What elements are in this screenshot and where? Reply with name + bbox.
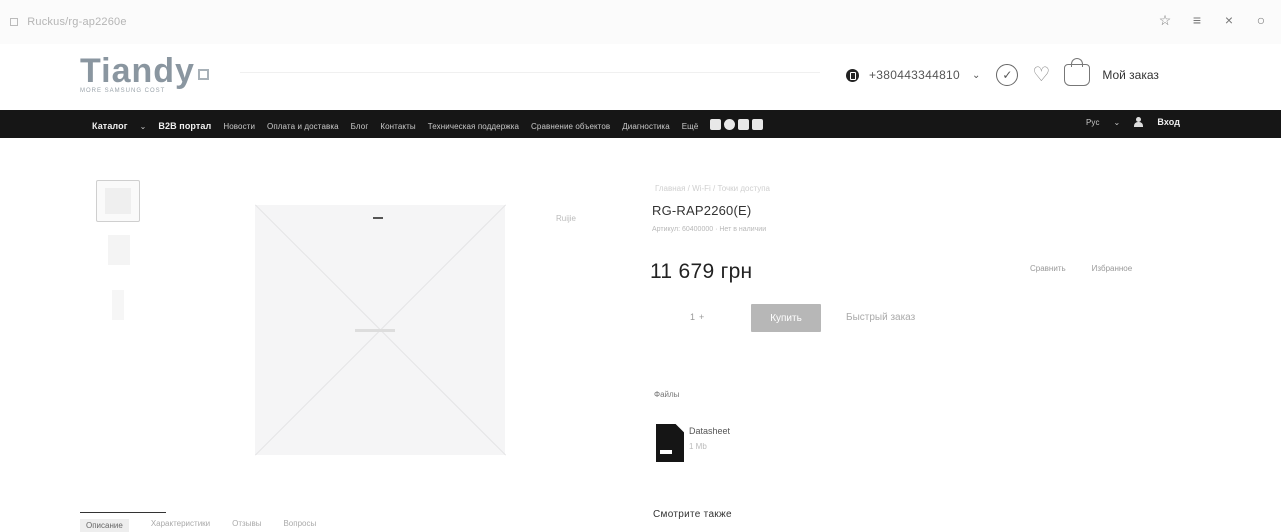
- user-icon[interactable]: [1134, 117, 1144, 127]
- tab-description[interactable]: Описание: [80, 519, 129, 532]
- language-select[interactable]: Рус: [1086, 118, 1100, 127]
- compare-check-icon[interactable]: ✓: [996, 64, 1019, 86]
- cart-icon[interactable]: [1064, 58, 1091, 86]
- chevron-down-icon[interactable]: ⌄: [1114, 118, 1121, 127]
- gallery-thumbnail[interactable]: [108, 235, 130, 265]
- product-tabs: Описание Характеристики Отзывы Вопросы: [80, 512, 316, 532]
- phone-icon: [846, 68, 859, 82]
- breadcrumb[interactable]: Главная / Wi-Fi / Точки доступа: [655, 184, 770, 193]
- close-icon[interactable]: ×: [1221, 12, 1237, 29]
- instagram-icon[interactable]: [724, 119, 736, 130]
- tab-underline: [80, 512, 166, 513]
- nav-item[interactable]: Диагностика: [622, 122, 669, 131]
- nav-item[interactable]: Блог: [351, 122, 369, 131]
- star-icon[interactable]: ☆: [1157, 12, 1173, 29]
- product-image[interactable]: [254, 204, 507, 456]
- see-also-heading: Смотрите также: [653, 509, 732, 520]
- brand-label: Ruijie: [556, 214, 577, 223]
- nav-item[interactable]: Контакты: [380, 122, 415, 131]
- gallery-thumbnail[interactable]: [96, 180, 140, 222]
- url-bar[interactable]: Ruckus/rg-ap2260e: [10, 16, 127, 28]
- nav-item[interactable]: Новости: [223, 122, 255, 131]
- product-actions: Сравнить Избранное: [1030, 264, 1132, 273]
- nav-item[interactable]: Оплата и доставка: [267, 122, 339, 131]
- product-subtitle: Артикул: 60400000 · Нет в наличии: [652, 226, 767, 233]
- social-links: [710, 117, 766, 135]
- files-heading: Файлы: [654, 390, 680, 399]
- file-name[interactable]: Datasheet: [689, 426, 730, 436]
- plus-icon[interactable]: +: [699, 312, 708, 322]
- led-indicator: [373, 217, 383, 219]
- tab-reviews[interactable]: Отзывы: [232, 519, 261, 532]
- header-actions: +380443344810 ⌄ ✓ ♡ Мой заказ: [846, 58, 1159, 86]
- phone-number[interactable]: +380443344810: [869, 68, 960, 82]
- main-nav: Каталог ⌄ B2B портал Новости Оплата и до…: [0, 110, 1281, 138]
- tab-questions[interactable]: Вопросы: [283, 519, 316, 532]
- favorite-link[interactable]: Избранное: [1092, 264, 1133, 273]
- tab-specs[interactable]: Характеристики: [151, 519, 210, 532]
- nav-item[interactable]: Сравнение объектов: [531, 122, 610, 131]
- product-price: 11 679 грн: [650, 260, 753, 283]
- page-icon: [10, 18, 18, 26]
- heart-icon[interactable]: ♡: [1032, 65, 1050, 85]
- quantity-value[interactable]: 1: [690, 312, 699, 322]
- facebook-icon[interactable]: [710, 119, 722, 130]
- my-order-link[interactable]: Мой заказ: [1102, 68, 1159, 82]
- url-text: Ruckus/rg-ap2260e: [27, 16, 127, 28]
- file-size: 1 Mb: [689, 442, 707, 451]
- youtube-icon[interactable]: [738, 119, 750, 130]
- nav-item[interactable]: Ещё: [682, 122, 699, 131]
- buy-button[interactable]: Купить: [751, 304, 821, 332]
- browser-icons: ☆ ≡ × ○: [1157, 12, 1269, 29]
- logo-square-icon: [197, 69, 209, 80]
- compare-link[interactable]: Сравнить: [1030, 264, 1066, 273]
- nav-catalog[interactable]: Каталог: [92, 121, 128, 131]
- nav-item[interactable]: B2B портал: [158, 121, 211, 131]
- product-title: RG-RAP2260(E): [652, 203, 752, 218]
- gallery-thumbnail[interactable]: [112, 290, 124, 320]
- site-logo[interactable]: Tiandy MORE SAMSUNG COST: [80, 54, 209, 94]
- fast-order-link[interactable]: Быстрый заказ: [846, 312, 915, 323]
- settings-icon[interactable]: ○: [1253, 12, 1269, 29]
- device-logo: [355, 329, 395, 332]
- browser-strip: Ruckus/rg-ap2260e ☆ ≡ × ○: [0, 0, 1281, 44]
- login-link[interactable]: Вход: [1157, 117, 1180, 127]
- nav-item[interactable]: Техническая поддержка: [428, 122, 519, 131]
- quantity-stepper[interactable]: 1+: [690, 312, 708, 322]
- telegram-icon[interactable]: [752, 119, 764, 130]
- chevron-down-icon[interactable]: ⌄: [972, 70, 980, 81]
- extension-icon[interactable]: ≡: [1189, 12, 1205, 29]
- pdf-file-icon[interactable]: [656, 424, 684, 462]
- logo-text: Tiandy: [80, 52, 195, 90]
- chevron-down-icon[interactable]: ⌄: [140, 122, 147, 131]
- search-input[interactable]: [240, 72, 820, 73]
